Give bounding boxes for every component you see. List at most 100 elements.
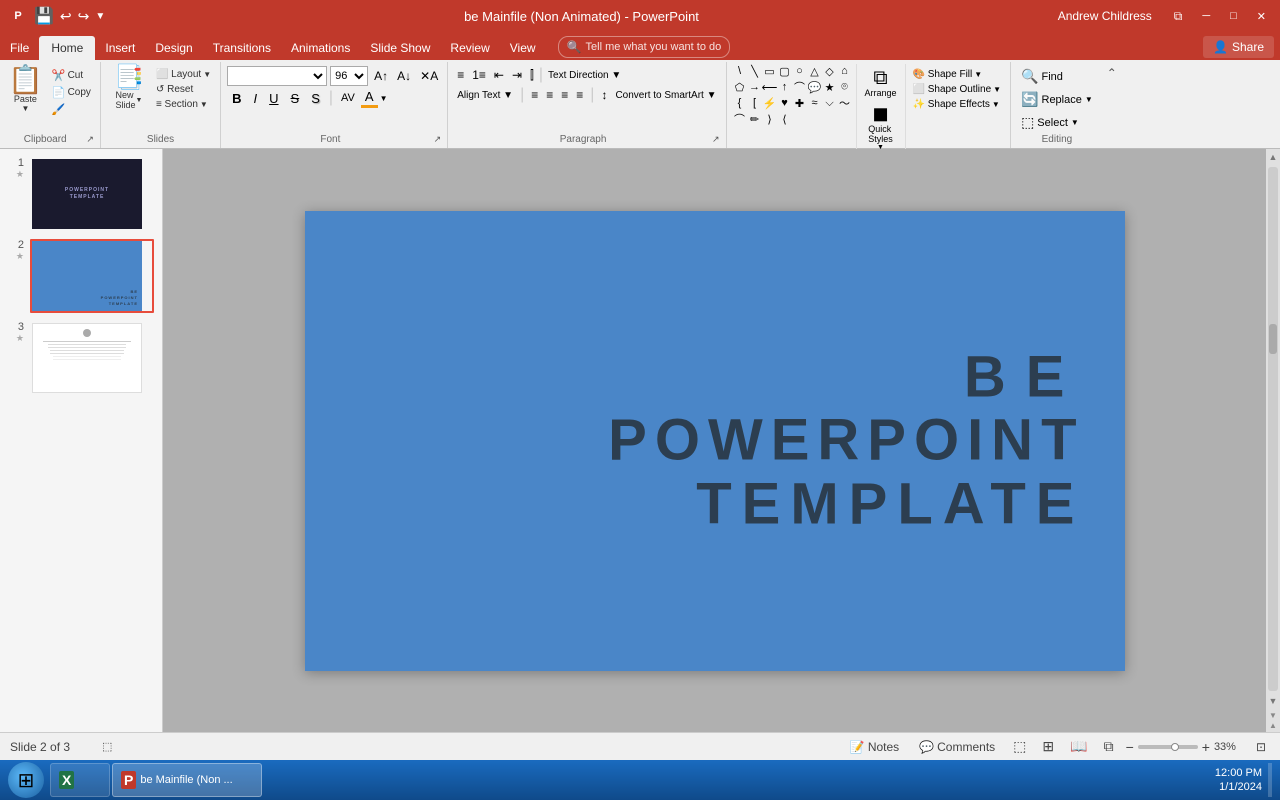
format-painter-btn[interactable]: 🖌️ <box>49 102 94 117</box>
clear-format-btn[interactable]: ✕A <box>417 68 441 84</box>
font-name-select[interactable] <box>227 66 327 86</box>
align-center-btn[interactable]: ≡ <box>543 87 556 103</box>
shape-oval-icon[interactable]: ○ <box>793 64 807 78</box>
presenter-view-btn[interactable]: ⧉ <box>1100 737 1118 756</box>
layout-btn[interactable]: ⬜ Layout ▼ <box>153 68 214 81</box>
slide-canvas[interactable]: BE POWERPOINT TEMPLATE <box>305 211 1125 671</box>
scroll-thumb[interactable] <box>1269 324 1277 354</box>
minimize-btn[interactable]: ─ <box>1196 8 1216 24</box>
new-slide-btn[interactable]: 📑 NewSlide ▼ <box>107 64 151 112</box>
zoom-slider[interactable] <box>1138 745 1198 749</box>
shape-arrow4-icon[interactable]: ↑ <box>778 80 792 94</box>
numbered-list-btn[interactable]: 1≡ <box>469 67 489 83</box>
increase-font-btn[interactable]: A↑ <box>371 68 391 84</box>
maximize-btn[interactable]: □ <box>1224 8 1243 24</box>
align-text-btn[interactable]: Align Text ▼ <box>454 89 516 102</box>
find-btn[interactable]: 🔍 Find <box>1017 66 1097 87</box>
decrease-indent-btn[interactable]: ⇤ <box>491 67 507 83</box>
close-btn[interactable]: ✕ <box>1251 8 1272 25</box>
shape-arrow-icon[interactable]: ╲ <box>748 64 762 78</box>
underline-btn[interactable]: U <box>264 90 283 107</box>
increase-indent-btn[interactable]: ⇥ <box>509 67 525 83</box>
zoom-minus-btn[interactable]: − <box>1126 739 1134 755</box>
customize-btn[interactable]: ▼ <box>95 11 105 22</box>
normal-view-btn[interactable]: ⬚ <box>1009 737 1030 756</box>
replace-btn[interactable]: 🔄 Replace ▼ <box>1017 89 1097 110</box>
notes-btn[interactable]: 📝 Notes <box>844 739 905 755</box>
tab-transitions[interactable]: Transitions <box>203 36 281 60</box>
quick-styles-btn[interactable]: ◼ QuickStyles ▼ <box>861 102 901 153</box>
redo-btn[interactable]: ↪ <box>78 8 90 25</box>
shape-free-icon[interactable]: ✏ <box>748 112 762 126</box>
undo-btn[interactable]: ↩ <box>60 8 72 25</box>
section-btn[interactable]: ≡ Section ▼ <box>153 98 214 111</box>
quick-save-btn[interactable]: 💾 <box>34 6 54 26</box>
scroll-adjust-icons[interactable]: ▼ ▲ <box>1269 709 1277 732</box>
slide-thumb-1[interactable]: POWERPOINTTEMPLATE <box>30 157 154 231</box>
shape-outline-btn[interactable]: ⬜ Shape Outline ▼ <box>910 83 1005 96</box>
fit-slide-btn[interactable]: ⬚ <box>98 739 116 754</box>
strikethrough-btn[interactable]: S <box>286 90 305 107</box>
font-expand-icon[interactable]: ↗ <box>434 134 442 145</box>
scroll-up-arrow[interactable]: ▲ <box>1269 149 1278 165</box>
font-color-btn[interactable]: A <box>361 88 378 108</box>
font-size-select[interactable]: 96 <box>330 66 368 86</box>
slide-item-1[interactable]: 1 ★ POWERPOINTTEMPLATE <box>8 157 154 231</box>
shape-down2-icon[interactable]: ⟩ <box>763 112 777 126</box>
taskbar-app-powerpoint[interactable]: P be Mainfile (Non ... <box>112 763 262 797</box>
shadow-btn[interactable]: S <box>306 90 325 107</box>
slide-item-2[interactable]: 2 ★ BEPOWERPOINTTEMPLATE <box>8 239 154 313</box>
shape-arrow3-icon[interactable]: ⟵ <box>763 80 777 94</box>
tab-animations[interactable]: Animations <box>281 36 360 60</box>
restore-down-icon[interactable]: ⧉ <box>1168 7 1189 26</box>
paragraph-expand-icon[interactable]: ↗ <box>712 134 720 145</box>
taskbar-app-excel[interactable]: X <box>50 763 110 797</box>
zoom-plus-btn[interactable]: + <box>1202 739 1210 755</box>
shape-more-icon[interactable]: ⌂ <box>838 64 852 78</box>
col-btn[interactable]: ⫿ <box>527 67 537 84</box>
slide-sorter-btn[interactable]: ⊞ <box>1038 737 1058 756</box>
shape-star-icon[interactable]: ★ <box>823 80 837 94</box>
justify-btn[interactable]: ≡ <box>573 87 586 103</box>
shape-rounded-rect-icon[interactable]: ▢ <box>778 64 792 78</box>
line-spacing-btn[interactable]: ↕ <box>598 87 610 103</box>
share-btn[interactable]: 👤 Share <box>1203 36 1274 58</box>
paste-btn[interactable]: 📋 Paste ▼ <box>4 64 47 115</box>
italic-btn[interactable]: I <box>249 90 263 107</box>
shape-rect-icon[interactable]: ▭ <box>763 64 777 78</box>
clipboard-expand-icon[interactable]: ↗ <box>86 134 94 145</box>
text-direction-btn[interactable]: Text Direction ▼ <box>545 69 624 82</box>
shape-callout-icon[interactable]: 💬 <box>808 80 822 94</box>
select-btn[interactable]: ⬚ Select ▼ <box>1017 112 1097 133</box>
tell-me-box[interactable]: 🔍 Tell me what you want to do <box>558 36 731 58</box>
shape-line-icon[interactable]: \ <box>733 64 747 78</box>
tab-review[interactable]: Review <box>440 36 499 60</box>
slide-thumb-2[interactable]: BEPOWERPOINTTEMPLATE <box>30 239 154 313</box>
shape-sq-bracket-icon[interactable]: [ <box>748 96 762 110</box>
shape-wavy-icon[interactable]: 〜 <box>838 96 852 110</box>
tab-design[interactable]: Design <box>145 36 202 60</box>
shape-lightning-icon[interactable]: ⚡ <box>763 96 777 110</box>
shape-tri-icon[interactable]: △ <box>808 64 822 78</box>
char-spacing-btn[interactable]: AV <box>337 91 359 105</box>
shape-pentagon-icon[interactable]: ⬠ <box>733 80 747 94</box>
reset-btn[interactable]: ↺ Reset <box>153 83 214 96</box>
bold-btn[interactable]: B <box>227 90 246 107</box>
shape-arrow2-icon[interactable]: → <box>748 80 762 94</box>
convert-smartart-btn[interactable]: Convert to SmartArt ▼ <box>612 89 719 102</box>
collapse-ribbon-btn[interactable]: ⌃ <box>1103 62 1117 148</box>
tab-view[interactable]: View <box>500 36 546 60</box>
shape-scroll-icon[interactable]: ⌾ <box>838 80 852 94</box>
font-color-arrow[interactable]: ▼ <box>380 94 388 103</box>
canvas-area[interactable]: BE POWERPOINT TEMPLATE <box>163 149 1266 732</box>
scroll-down-arrow[interactable]: ▼ <box>1269 693 1278 709</box>
tab-insert[interactable]: Insert <box>95 36 145 60</box>
tab-file[interactable]: File <box>0 36 39 60</box>
decrease-font-btn[interactable]: A↓ <box>394 68 414 84</box>
fit-width-btn[interactable]: ⊡ <box>1252 739 1270 755</box>
shape-down-arr-icon[interactable]: ⌵ <box>823 96 837 110</box>
comments-btn[interactable]: 💬 Comments <box>913 739 1001 755</box>
arrange-btn[interactable]: ⧉ Arrange <box>861 66 901 100</box>
slide-item-3[interactable]: 3 ★ <box>8 321 154 395</box>
shape-arc-icon[interactable]: ⌒ <box>733 112 747 126</box>
